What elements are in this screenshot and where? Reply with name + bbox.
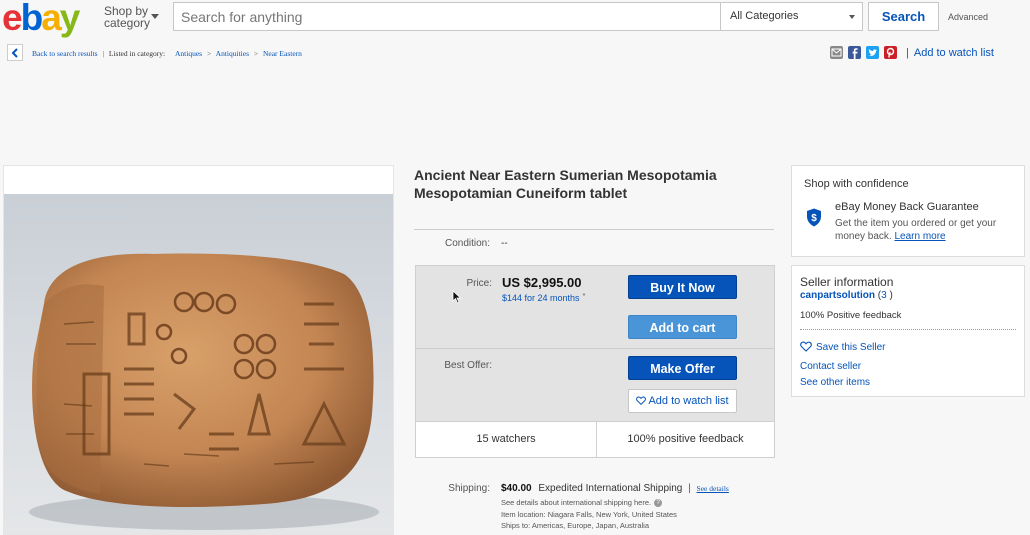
category-selected: All Categories bbox=[730, 10, 799, 22]
save-seller-link[interactable]: Save this Seller bbox=[800, 341, 885, 353]
contact-seller-link[interactable]: Contact seller bbox=[800, 361, 861, 372]
product-image[interactable] bbox=[4, 194, 393, 534]
facebook-icon[interactable] bbox=[848, 46, 861, 59]
price-box-divider bbox=[416, 348, 774, 349]
seller-score-link[interactable]: 3 bbox=[881, 290, 887, 301]
price-box: Price: US $2,995.00 $144 for 24 months * … bbox=[415, 265, 775, 422]
money-back-description: Get the item you ordered or get your mon… bbox=[835, 217, 1025, 243]
make-offer-button[interactable]: Make Offer bbox=[628, 356, 737, 380]
add-to-cart-button[interactable]: Add to cart bbox=[628, 315, 737, 339]
confidence-title: Shop with confidence bbox=[804, 178, 909, 190]
logo-letter-e: e bbox=[2, 0, 23, 38]
see-details-link[interactable]: See details bbox=[697, 484, 729, 493]
back-to-results-link[interactable]: Back to search results bbox=[32, 49, 98, 58]
listing-title: Ancient Near Eastern Sumerian Mesopotami… bbox=[414, 167, 717, 201]
add-to-watch-list-button[interactable]: Add to watch list bbox=[628, 389, 737, 413]
listing-stats: 15 watchers 100% positive feedback bbox=[415, 421, 775, 458]
help-icon[interactable]: ? bbox=[654, 499, 663, 508]
dropdown-arrow-icon bbox=[849, 15, 855, 19]
twitter-icon[interactable] bbox=[866, 46, 879, 59]
monthly-footnote-marker: * bbox=[582, 293, 586, 300]
breadcrumb-separator: > bbox=[206, 49, 212, 58]
watch-divider: | bbox=[906, 47, 909, 59]
add-to-watch-list-text: Add to watch list bbox=[648, 395, 729, 407]
title-divider bbox=[414, 229, 774, 230]
buy-it-now-button[interactable]: Buy It Now bbox=[628, 275, 737, 299]
advanced-search-link[interactable]: Advanced bbox=[948, 12, 988, 22]
logo-letter-a: a bbox=[41, 0, 62, 38]
listed-in-label: Listed in category: bbox=[108, 49, 166, 58]
shipping-method: Expedited International Shipping bbox=[538, 483, 683, 494]
seller-info-title: Seller information bbox=[800, 275, 894, 289]
mouse-cursor-icon bbox=[452, 290, 462, 304]
price-label: Price: bbox=[466, 278, 492, 289]
logo-letter-y: y bbox=[59, 0, 81, 38]
shop-with-confidence-box: Shop with confidence $ eBay Money Back G… bbox=[791, 165, 1025, 257]
ships-to: Ships to: Americas, Europe, Japan, Austr… bbox=[501, 521, 649, 530]
search-button[interactable]: Search bbox=[868, 2, 939, 31]
seller-information-box: Seller information canpartsolution (3 ) … bbox=[791, 265, 1025, 397]
seller-name-row: canpartsolution (3 ) bbox=[800, 290, 893, 301]
shield-icon: $ bbox=[807, 208, 821, 227]
seller-feedback-score: (3 ) bbox=[875, 290, 893, 301]
logo-letter-b: b bbox=[20, 0, 44, 38]
shipping-summary: $40.00 Expedited International Shipping … bbox=[501, 483, 729, 494]
monthly-payment-text: $144 for 24 months bbox=[502, 293, 580, 303]
intl-shipping-note: See details about international shipping… bbox=[501, 498, 663, 508]
breadcrumb-item-near-eastern[interactable]: Near Eastern bbox=[263, 49, 302, 58]
intl-shipping-note-text: See details about international shipping… bbox=[501, 498, 652, 507]
pinterest-icon[interactable] bbox=[884, 46, 897, 59]
svg-text:$: $ bbox=[811, 213, 817, 224]
monthly-payment-link[interactable]: $144 for 24 months * bbox=[502, 293, 585, 303]
learn-more-link[interactable]: Learn more bbox=[894, 231, 945, 242]
seller-divider bbox=[800, 329, 1016, 330]
shipping-cost: $40.00 bbox=[501, 483, 532, 494]
heart-icon bbox=[800, 341, 812, 352]
search-box bbox=[173, 2, 721, 31]
search-input[interactable] bbox=[174, 3, 711, 30]
shipping-label: Shipping: bbox=[448, 483, 490, 494]
heart-icon bbox=[636, 396, 647, 405]
item-location: Item location: Niagara Falls, New York, … bbox=[501, 510, 677, 519]
condition-label: Condition: bbox=[444, 238, 490, 249]
category-select[interactable]: All Categories bbox=[721, 2, 863, 31]
breadcrumb-separator: > bbox=[253, 49, 259, 58]
chevron-down-icon[interactable] bbox=[151, 14, 159, 19]
breadcrumb: Back to search results | Listed in categ… bbox=[32, 49, 302, 58]
best-offer-label: Best Offer: bbox=[444, 360, 492, 371]
chevron-left-icon bbox=[11, 48, 18, 58]
condition-value: -- bbox=[501, 238, 508, 249]
email-icon[interactable] bbox=[830, 46, 843, 59]
seller-positive-feedback: 100% Positive feedback bbox=[800, 310, 902, 321]
shipping-separator: | bbox=[688, 483, 691, 494]
add-to-watch-list-label: Add to watch list bbox=[913, 47, 994, 59]
back-button[interactable] bbox=[7, 44, 23, 61]
save-seller-text: Save this Seller bbox=[816, 342, 886, 353]
breadcrumb-item-antiquities[interactable]: Antiquities bbox=[216, 49, 249, 58]
shop-by-line2: category bbox=[104, 16, 151, 30]
ebay-logo[interactable]: ebay bbox=[2, 0, 81, 38]
product-image-panel bbox=[3, 165, 394, 535]
breadcrumb-divider: | bbox=[102, 49, 104, 58]
positive-feedback-stat: 100% positive feedback bbox=[627, 433, 744, 445]
header: ebay Shop by category All Categories Sea… bbox=[0, 0, 1030, 38]
breadcrumb-item-antiques[interactable]: Antiques bbox=[175, 49, 202, 58]
see-other-items-link[interactable]: See other items bbox=[800, 377, 870, 388]
price-value: US $2,995.00 bbox=[502, 275, 582, 290]
seller-name-link[interactable]: canpartsolution bbox=[800, 290, 875, 301]
money-back-title: eBay Money Back Guarantee bbox=[835, 201, 979, 213]
watchers-count: 15 watchers bbox=[476, 433, 536, 445]
add-to-watch-list-link[interactable]: | Add to watch list bbox=[906, 47, 994, 59]
shop-by-category[interactable]: Shop by category bbox=[104, 5, 150, 29]
cuneiform-tablet-image bbox=[29, 253, 379, 530]
